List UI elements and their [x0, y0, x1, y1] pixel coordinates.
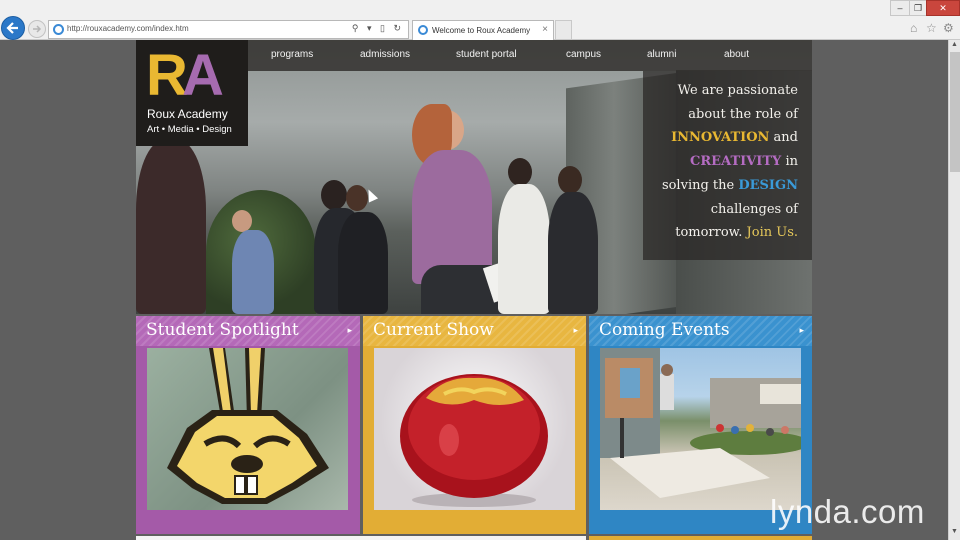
- page-scrollbar[interactable]: ▲ ▼: [948, 40, 960, 540]
- minimize-button[interactable]: –: [890, 0, 910, 16]
- tagline-line: CREATIVITY in: [690, 154, 798, 169]
- tab-favicon-icon: [418, 25, 428, 35]
- favorites-star-icon[interactable]: ☆: [926, 21, 937, 35]
- tagline-creativity: CREATIVITY: [690, 154, 782, 169]
- person-head-shape: [321, 180, 347, 210]
- tab-title: Welcome to Roux Academy: [432, 26, 531, 35]
- settings-gear-icon[interactable]: ⚙: [943, 21, 954, 35]
- person-shape: [232, 230, 274, 314]
- glass-sculpture-illustration: [400, 374, 548, 507]
- new-tab-button[interactable]: [555, 20, 572, 40]
- student-spotlight-image[interactable]: [147, 348, 348, 510]
- logo-tagline: Art • Media • Design: [147, 124, 232, 135]
- arrow-right-icon: ▸: [347, 325, 352, 335]
- student-spotlight-tile[interactable]: Student Spotlight ▸: [136, 316, 360, 534]
- person-head-shape: [232, 210, 252, 232]
- person-shape: [136, 140, 206, 314]
- person-shape: [498, 184, 550, 314]
- person-shape: [548, 192, 598, 314]
- current-show-image[interactable]: [374, 348, 575, 510]
- nav-about[interactable]: about: [724, 49, 749, 60]
- join-us-link[interactable]: Join Us.: [747, 225, 798, 240]
- tile-header[interactable]: Student Spotlight ▸: [136, 316, 360, 346]
- person-head-shape: [508, 158, 532, 186]
- person-shape: [338, 212, 388, 314]
- roux-academy-page: programs admissions student portal campu…: [136, 40, 812, 540]
- tile-header[interactable]: Coming Events ▸: [589, 316, 812, 346]
- roux-academy-logo[interactable]: R A Roux Academy Art • Media • Design: [136, 40, 248, 146]
- nav-programs[interactable]: programs: [271, 49, 313, 60]
- forward-button[interactable]: [28, 20, 46, 38]
- back-button[interactable]: [1, 16, 25, 40]
- current-show-tile[interactable]: Current Show ▸: [363, 316, 586, 534]
- tile-header[interactable]: Current Show ▸: [363, 316, 586, 346]
- back-arrow-icon: [6, 22, 18, 34]
- tagline-innovation: INNOVATION: [671, 130, 770, 145]
- person-head-shape: [346, 185, 368, 211]
- logo-letter-a: A: [182, 43, 224, 108]
- scroll-up-icon[interactable]: ▲: [951, 41, 958, 48]
- tagline-line: solving the DESIGN: [661, 178, 798, 193]
- nav-alumni[interactable]: alumni: [647, 49, 676, 60]
- tagline-line: about the role of: [688, 107, 798, 122]
- outdoor-event-illustration: [600, 348, 801, 498]
- browser-chrome: – ❐ ✕ http://rouxacademy.com/index.htm ⚲…: [0, 0, 960, 40]
- address-url[interactable]: http://rouxacademy.com/index.htm: [67, 24, 189, 33]
- nav-campus[interactable]: campus: [566, 49, 601, 60]
- address-bar[interactable]: http://rouxacademy.com/index.htm ⚲ ▾ ▯ ↻: [48, 20, 409, 39]
- rabbit-illustration: [167, 348, 329, 504]
- address-bar-tools[interactable]: ⚲ ▾ ▯ ↻: [352, 23, 404, 34]
- hero-banner: programs admissions student portal campu…: [136, 40, 812, 314]
- ie-logo-icon: [53, 24, 64, 35]
- tile-title: Current Show: [373, 320, 494, 340]
- content-below-fold: [136, 536, 586, 540]
- tab-close-icon[interactable]: ×: [542, 24, 548, 35]
- arrow-right-icon: ▸: [573, 325, 578, 335]
- scroll-down-icon[interactable]: ▼: [951, 528, 958, 535]
- person-shape: [412, 150, 492, 284]
- tagline-line: tomorrow. Join Us.: [675, 225, 798, 240]
- nav-student-portal[interactable]: student portal: [456, 49, 517, 60]
- content-below-fold: [589, 536, 812, 540]
- coming-events-image[interactable]: [600, 348, 801, 510]
- arrow-right-icon: ▸: [799, 325, 804, 335]
- home-icon[interactable]: ⌂: [910, 21, 917, 35]
- logo-letter-r: R: [146, 43, 188, 108]
- tagline-line: We are passionate: [677, 83, 798, 98]
- browser-tab-active[interactable]: Welcome to Roux Academy ×: [412, 20, 554, 40]
- scroll-thumb[interactable]: [950, 52, 960, 172]
- tagline-design: DESIGN: [738, 178, 798, 193]
- tile-title: Student Spotlight: [146, 320, 299, 340]
- logo-name: Roux Academy: [147, 107, 228, 121]
- tagline-line: challenges of: [710, 202, 798, 217]
- nav-admissions[interactable]: admissions: [360, 49, 410, 60]
- tagline-line: INNOVATION and: [671, 130, 798, 145]
- forward-arrow-icon: [33, 25, 42, 33]
- maximize-button[interactable]: ❐: [909, 0, 927, 16]
- tile-title: Coming Events: [599, 320, 730, 340]
- lynda-watermark: lynda.com: [770, 493, 925, 530]
- person-head-shape: [558, 166, 582, 194]
- hero-tagline: We are passionate about the role of INNO…: [643, 71, 812, 260]
- close-window-button[interactable]: ✕: [926, 0, 960, 16]
